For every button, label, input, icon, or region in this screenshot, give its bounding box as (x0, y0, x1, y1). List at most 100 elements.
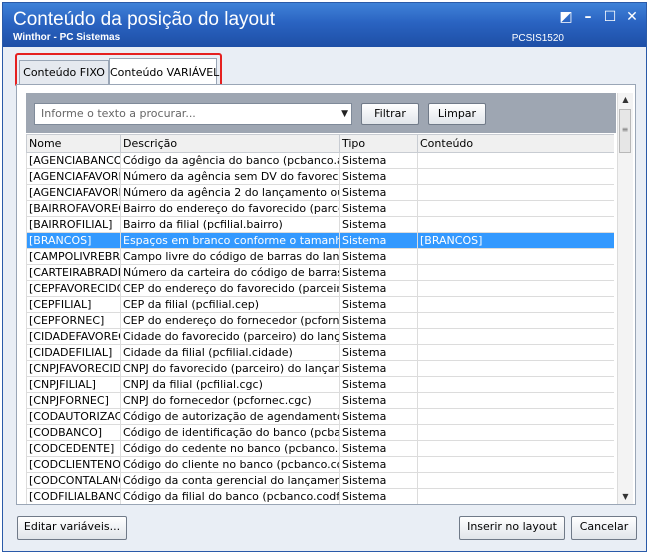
cell-conteudo (417, 440, 614, 457)
cell-conteudo (417, 360, 614, 377)
cell-nome: [CODAUTORIZACAO (26, 408, 121, 425)
cell-tipo: Sistema (339, 200, 418, 217)
table-row[interactable]: [AGENCIABANCO] Código da agência do banco… (26, 152, 614, 169)
table-row[interactable]: [CODCLIENTENOBANCódigo do cliente no ban… (26, 456, 614, 473)
table-row[interactable]: [CIDADEFILIAL] Cidade da filial (pcfilial… (26, 344, 614, 361)
cell-nome: [CEPFILIAL] (26, 296, 121, 313)
cell-tipo: Sistema (339, 216, 418, 233)
cancel-button[interactable]: Cancelar (571, 516, 637, 540)
cell-tipo: Sistema (339, 344, 418, 361)
cell-conteudo: [BRANCOS] (417, 232, 614, 249)
table-row[interactable]: [CEPFILIAL] CEP da filial (pcfilial.cep) S… (26, 296, 614, 313)
window-subtitle: Winthor - PC Sistemas (13, 32, 121, 43)
cell-conteudo (417, 488, 614, 504)
cell-descricao: CEP da filial (pcfilial.cep) (120, 296, 340, 313)
cell-nome: [CODFILIALBANCO] (26, 488, 121, 504)
table-row[interactable]: [CEPFAVORECIDO] CEP do endereço do favore… (26, 280, 614, 297)
cell-nome: [AGENCIAFAVORECI (26, 168, 121, 185)
minimize-icon[interactable]: – (580, 9, 596, 25)
cell-conteudo (417, 312, 614, 329)
search-input[interactable]: Informe o texto a procurar... ▼ (34, 103, 352, 125)
cell-nome: [CEPFORNEC] (26, 312, 121, 329)
table-row[interactable]: [CODCEDENTE] Código do cedente no banco (… (26, 440, 614, 457)
table-row[interactable]: [CARTEIRABRADESCNúmero da carteira do có… (26, 264, 614, 281)
cell-tipo: Sistema (339, 424, 418, 441)
cell-nome: [CNPJFORNEC] (26, 392, 121, 409)
table-row[interactable]: [BAIRROFAVORECIDBairro do endereço do fa… (26, 200, 614, 217)
cell-descricao: Código de autorização de agendamento (120, 408, 340, 425)
table-row[interactable]: [CODBANCO] Código de identificação do ban… (26, 424, 614, 441)
cell-descricao: Número da carteira do código de barras d… (120, 264, 340, 281)
pin-icon[interactable]: ◩ (558, 9, 574, 25)
cell-descricao: Código da conta gerencial do lançamento … (120, 472, 340, 489)
search-toolbar: Informe o texto a procurar... ▼ Filtrar … (26, 93, 616, 133)
table-row[interactable]: [CNPJFAVORECIDO]CNPJ do favorecido (parc… (26, 360, 614, 377)
table-row[interactable]: [BAIRROFILIAL] Bairro da filial (pcfilial… (26, 216, 614, 233)
program-code: PCSIS1520 (511, 33, 564, 44)
column-header-descricao[interactable]: Descrição (120, 134, 340, 153)
table-header-row: Nome Descrição Tipo Conteúdo (26, 134, 614, 153)
cell-nome: [BAIRROFILIAL] (26, 216, 121, 233)
table-row[interactable]: [CODAUTORIZACAOCódigo de autorização de … (26, 408, 614, 425)
column-header-tipo[interactable]: Tipo (339, 134, 418, 153)
title-bar: Conteúdo da posição do layout Winthor - … (3, 3, 646, 47)
table-row[interactable]: [CNPJFILIAL] CNPJ da filial (pcfilial.cgc… (26, 376, 614, 393)
cell-tipo: Sistema (339, 168, 418, 185)
cell-descricao: Código da agência do banco (pcbanco.agen… (120, 152, 340, 169)
variables-table: Nome Descrição Tipo Conteúdo [AGENCIABAN… (26, 134, 614, 504)
table-row[interactable]: [AGENCIAFAVORECINúmero da agência 2 do l… (26, 184, 614, 201)
cell-descricao: Espaços em branco conforme o tamanho esc… (120, 232, 340, 249)
cell-tipo: Sistema (339, 376, 418, 393)
edit-variables-button[interactable]: Editar variáveis... (17, 516, 127, 540)
column-header-nome[interactable]: Nome (26, 134, 121, 153)
column-header-conteudo[interactable]: Conteúdo (417, 134, 614, 153)
cell-conteudo (417, 328, 614, 345)
cell-tipo: Sistema (339, 280, 418, 297)
cell-nome: [BRANCOS] (26, 232, 121, 249)
cell-conteudo (417, 200, 614, 217)
cell-conteudo (417, 184, 614, 201)
cell-tipo: Sistema (339, 296, 418, 313)
cell-nome: [CAMPOLIVREBRADE (26, 248, 121, 265)
cell-nome: [AGENCIABANCO] (26, 152, 121, 169)
cell-descricao: CEP do endereço do fornecedor (pcfornec.… (120, 312, 340, 329)
cell-conteudo (417, 296, 614, 313)
cell-nome: [CIDADEFAVORECID (26, 328, 121, 345)
cell-nome: [BAIRROFAVORECID (26, 200, 121, 217)
insert-in-layout-button[interactable]: Inserir no layout (459, 516, 565, 540)
scroll-down-icon[interactable]: ▼ (618, 490, 633, 504)
chevron-down-icon[interactable]: ▼ (341, 104, 348, 124)
scroll-up-icon[interactable]: ▲ (618, 93, 633, 107)
filter-button[interactable]: Filtrar (361, 103, 419, 125)
cell-conteudo (417, 280, 614, 297)
table-row[interactable]: [CIDADEFAVORECIDCidade do favorecido (pa… (26, 328, 614, 345)
cell-conteudo (417, 264, 614, 281)
table-row[interactable]: [CODFILIALBANCO]Código da filial do banc… (26, 488, 614, 504)
table-row[interactable]: [AGENCIAFAVORECINúmero da agência sem DV… (26, 168, 614, 185)
cell-descricao: Código da filial do banco (pcbanco.codfi… (120, 488, 340, 504)
cell-descricao: Bairro do endereço do favorecido (parcei… (120, 200, 340, 217)
cell-descricao: Código do cedente no banco (pcbanco.codc… (120, 440, 340, 457)
table-row[interactable]: [CAMPOLIVREBRADECampo livre do código de… (26, 248, 614, 265)
clear-button[interactable]: Limpar (428, 103, 486, 125)
cell-nome: [CODCEDENTE] (26, 440, 121, 457)
cell-tipo: Sistema (339, 456, 418, 473)
cell-descricao: CNPJ do favorecido (parceiro) do lançame… (120, 360, 340, 377)
cell-descricao: Código do cliente no banco (pcbanco.codc… (120, 456, 340, 473)
tab-content-panel: Informe o texto a procurar... ▼ Filtrar … (16, 84, 636, 505)
cell-conteudo (417, 152, 614, 169)
vertical-scrollbar[interactable]: ▲ ≡ ▼ (617, 93, 633, 504)
table-row[interactable]: [BRANCOS] Espaços em branco conforme o ta… (26, 232, 614, 249)
cell-descricao: Número da agência sem DV do favorecido (… (120, 168, 340, 185)
cell-conteudo (417, 216, 614, 233)
close-icon[interactable]: ✕ (624, 9, 640, 25)
table-row[interactable]: [CEPFORNEC] CEP do endereço do fornecedor… (26, 312, 614, 329)
table-row[interactable]: [CNPJFORNEC] CNPJ do fornecedor (pcfornec… (26, 392, 614, 409)
cell-nome: [CIDADEFILIAL] (26, 344, 121, 361)
cell-tipo: Sistema (339, 328, 418, 345)
maximize-icon[interactable]: ☐ (602, 9, 618, 25)
cell-nome: [CNPJFILIAL] (26, 376, 121, 393)
table-row[interactable]: [CODCONTALANC] Código da conta gerencial … (26, 472, 614, 489)
scroll-thumb[interactable]: ≡ (619, 109, 631, 153)
cell-conteudo (417, 344, 614, 361)
